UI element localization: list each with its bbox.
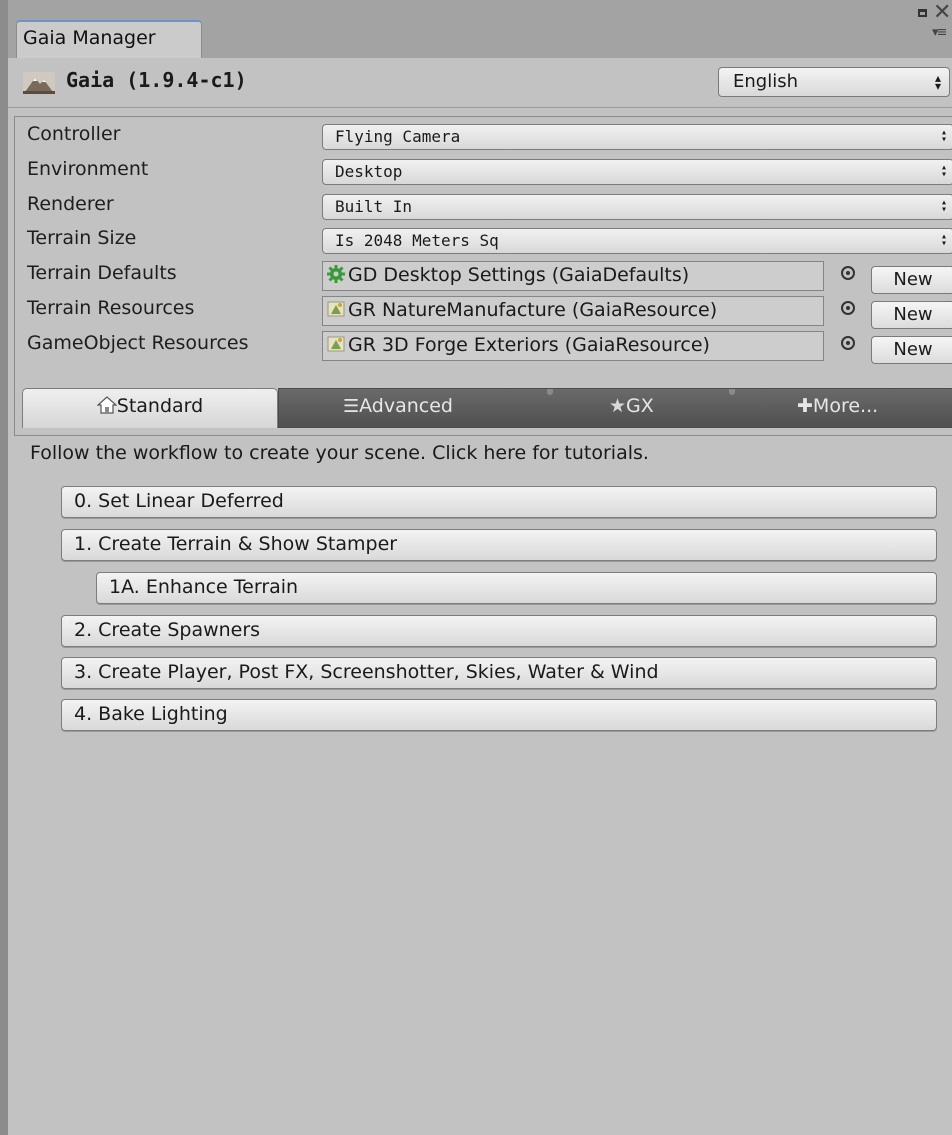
window-controls: ✕ ▾≡: [908, 2, 951, 42]
language-select[interactable]: English ▴ ▾: [718, 67, 950, 97]
create-spawners-button[interactable]: 2. Create Spawners: [61, 615, 937, 647]
tutorial-link[interactable]: Follow the workflow to create your scene…: [30, 442, 649, 464]
terrain-defaults-new-button[interactable]: New: [871, 266, 952, 294]
object-picker-icon[interactable]: [841, 336, 855, 350]
close-icon[interactable]: ✕: [933, 2, 951, 24]
tab-standard[interactable]: Standard: [22, 388, 278, 428]
gameobject-resources-field[interactable]: GR 3D Forge Exteriors (GaiaResource): [322, 331, 824, 361]
tab-separator: [547, 389, 553, 395]
context-menu-icon[interactable]: ▾≡: [932, 26, 947, 39]
controller-dropdown[interactable]: Flying Camera ▴ ▾: [322, 124, 952, 150]
select-arrows-icon: ▴ ▾: [940, 231, 947, 249]
terrain-size-value: Is 2048 Meters Sq: [335, 231, 499, 250]
tab-gx[interactable]: ★GX: [609, 395, 654, 417]
gameobject-resources-label: GameObject Resources: [27, 332, 249, 354]
gaia-mountain-logo-icon: [23, 72, 55, 94]
mode-tabs: Standard ☰Advanced ★GX ✚More...: [16, 388, 952, 428]
resource-icon: [327, 301, 345, 317]
window-tab-strip: Gaia Manager ✕ ▾≡: [0, 0, 952, 58]
gameobject-resources-value: GR 3D Forge Exteriors (GaiaResource): [348, 334, 710, 356]
controller-row: Controller Flying Camera ▴ ▾: [15, 118, 952, 152]
terrain-size-label: Terrain Size: [27, 227, 137, 249]
enhance-terrain-button[interactable]: 1A. Enhance Terrain: [96, 572, 937, 604]
tab-more[interactable]: ✚More...: [797, 395, 878, 417]
star-icon: ★: [609, 395, 627, 417]
create-terrain-button[interactable]: 1. Create Terrain & Show Stamper: [61, 529, 937, 561]
window-tab-gaia-manager[interactable]: Gaia Manager: [16, 20, 202, 58]
terrain-resources-value: GR NatureManufacture (GaiaResource): [348, 299, 718, 321]
terrain-defaults-value: GD Desktop Settings (GaiaDefaults): [348, 264, 690, 286]
terrain-size-row: Terrain Size Is 2048 Meters Sq ▴ ▾: [15, 222, 952, 256]
environment-row: Environment Desktop ▴ ▾: [15, 153, 952, 187]
terrain-defaults-row: Terrain Defaults GD Desktop Settings (Ga…: [15, 257, 952, 294]
terrain-resources-new-button[interactable]: New: [871, 301, 952, 329]
tab-advanced-label: Advanced: [359, 395, 453, 417]
environment-value: Desktop: [335, 162, 403, 181]
tab-gx-label: GX: [626, 395, 654, 417]
tab-bar-inactive: ☰Advanced ★GX ✚More...: [278, 388, 952, 428]
window-tab-label: Gaia Manager: [23, 27, 156, 49]
tab-advanced[interactable]: ☰Advanced: [343, 395, 453, 417]
app-title: Gaia (1.9.4-c1): [66, 68, 247, 92]
gear-icon: [327, 265, 345, 283]
select-arrows-icon: ▴ ▾: [940, 197, 947, 215]
renderer-dropdown[interactable]: Built In ▴ ▾: [322, 194, 952, 220]
tab-more-label: More...: [812, 395, 879, 417]
terrain-defaults-field[interactable]: GD Desktop Settings (GaiaDefaults): [322, 261, 824, 291]
bake-lighting-button[interactable]: 4. Bake Lighting: [61, 699, 937, 731]
header: Gaia (1.9.4-c1) English ▴ ▾: [8, 58, 952, 108]
resource-icon: [327, 336, 345, 352]
renderer-row: Renderer Built In ▴ ▾: [15, 188, 952, 222]
terrain-resources-row: Terrain Resources GR NatureManufacture (…: [15, 292, 952, 329]
select-arrows-icon: ▴ ▾: [940, 127, 947, 145]
language-select-value: English: [733, 71, 798, 92]
gameobject-resources-new-button[interactable]: New: [871, 336, 952, 364]
tab-separator: [729, 389, 735, 395]
environment-dropdown[interactable]: Desktop ▴ ▾: [322, 159, 952, 185]
controller-label: Controller: [27, 123, 121, 145]
set-linear-deferred-button[interactable]: 0. Set Linear Deferred: [61, 486, 937, 518]
object-picker-icon[interactable]: [841, 301, 855, 315]
renderer-value: Built In: [335, 197, 413, 216]
renderer-label: Renderer: [27, 193, 114, 215]
maximize-icon[interactable]: [918, 9, 927, 17]
select-arrows-icon: ▴ ▾: [934, 71, 941, 93]
terrain-resources-label: Terrain Resources: [27, 297, 195, 319]
terrain-defaults-label: Terrain Defaults: [27, 262, 177, 284]
terrain-size-dropdown[interactable]: Is 2048 Meters Sq ▴ ▾: [322, 228, 952, 254]
tab-standard-label: Standard: [116, 395, 204, 417]
select-arrows-icon: ▴ ▾: [940, 162, 947, 180]
gameobject-resources-row: GameObject Resources GR 3D Forge Exterio…: [15, 327, 952, 364]
list-icon: ☰: [343, 396, 360, 417]
create-player-fx-button[interactable]: 3. Create Player, Post FX, Screenshotter…: [61, 657, 937, 689]
object-picker-icon[interactable]: [841, 266, 855, 280]
environment-label: Environment: [27, 158, 149, 180]
gaia-manager-panel: Gaia (1.9.4-c1) English ▴ ▾ Controller Fl…: [0, 58, 952, 1135]
controller-value: Flying Camera: [335, 127, 461, 146]
home-icon: [96, 396, 118, 414]
plus-icon: ✚: [797, 395, 813, 417]
terrain-resources-field[interactable]: GR NatureManufacture (GaiaResource): [322, 296, 824, 326]
